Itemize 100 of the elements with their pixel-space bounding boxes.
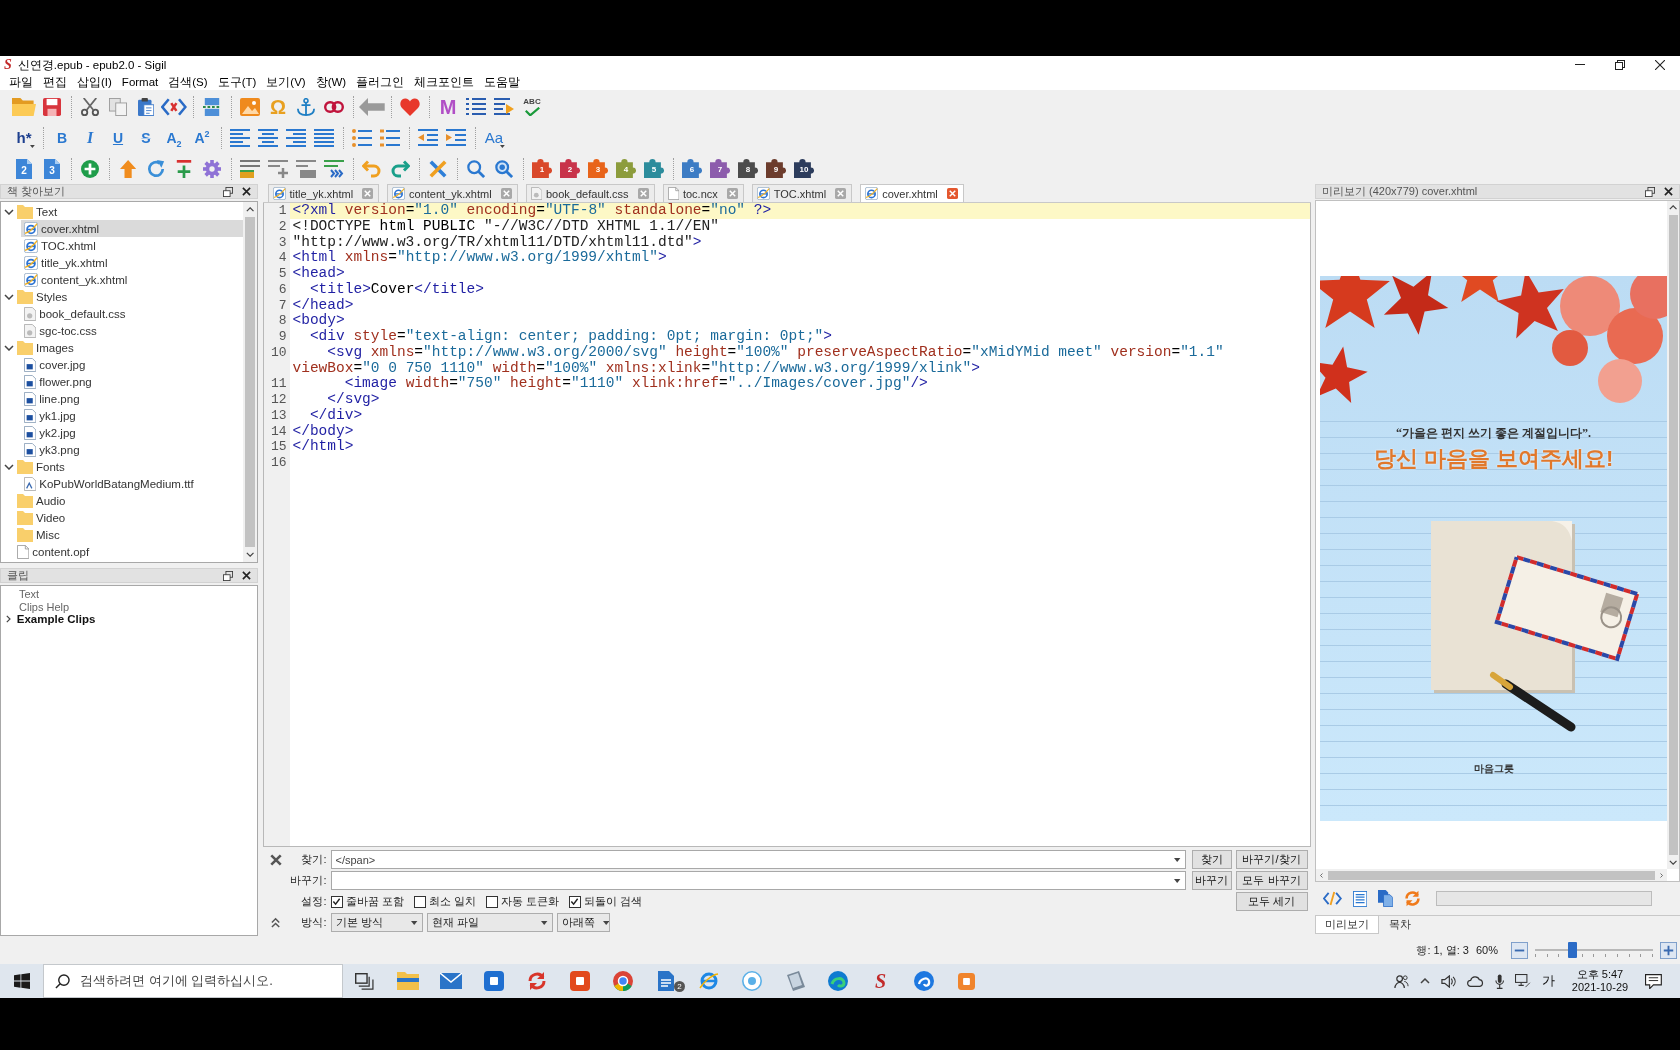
clip-item[interactable]: Clips Help (1, 600, 257, 613)
menu-item[interactable]: 검색(S) (163, 73, 213, 90)
chevron-left-icon[interactable] (1320, 872, 1323, 878)
people-icon[interactable] (1394, 973, 1410, 989)
editor-tab[interactable]: title_yk.xhtml (267, 184, 380, 202)
speaker-icon[interactable] (1441, 974, 1457, 988)
tree-item[interactable]: Misc (1, 526, 243, 543)
tree-item[interactable]: Images (1, 339, 243, 356)
menu-item[interactable]: 편집 (38, 73, 72, 90)
align-right-icon[interactable] (286, 128, 306, 147)
folder-icon[interactable] (396, 972, 419, 990)
close-icon[interactable] (242, 571, 251, 580)
indent-icon[interactable] (446, 128, 466, 147)
scissors-icon[interactable] (81, 97, 99, 116)
menu-item[interactable]: 보기(V) (261, 73, 311, 90)
plugin-button[interactable]: 1 (528, 155, 556, 182)
list-arrow-icon[interactable] (494, 97, 514, 116)
tree-item[interactable]: Fonts (1, 458, 243, 475)
plugin-button[interactable]: 2 (556, 155, 584, 182)
tree-item[interactable]: sgc-toc.css (21, 322, 243, 339)
float-icon[interactable] (223, 570, 233, 581)
close-icon[interactable] (269, 853, 282, 866)
pages-icon[interactable] (1377, 890, 1394, 907)
count-all-button[interactable]: 모두 세기 (1235, 892, 1308, 911)
lines-chevrons-icon[interactable] (324, 159, 344, 178)
menu-item[interactable]: 도구(T) (212, 73, 262, 90)
align-left-icon[interactable] (230, 128, 250, 147)
preview-tab[interactable]: 미리보기 (1315, 916, 1379, 934)
caret-down-icon[interactable] (1174, 857, 1181, 862)
windows-logo-icon[interactable] (13, 973, 30, 989)
editor-tab[interactable]: toc.ncx (662, 184, 744, 202)
ime-indicator[interactable]: 가 (1541, 972, 1555, 990)
replace-field[interactable] (330, 871, 1186, 890)
swirl-icon[interactable] (827, 971, 848, 991)
chevron-up-icon[interactable] (1420, 978, 1431, 984)
app-tile-icon[interactable] (958, 972, 975, 990)
tree-item[interactable]: Audio (1, 492, 243, 509)
tree-item[interactable]: cover.xhtml (21, 220, 243, 237)
chevron-down-icon[interactable] (1668, 860, 1678, 865)
tree-item[interactable]: book_default.css (21, 305, 243, 322)
tree-item[interactable]: Styles (1, 288, 243, 305)
chevron-down-icon[interactable] (4, 293, 14, 300)
plugin-button[interactable]: 10 (790, 155, 818, 182)
editor-tab[interactable]: book_default.css (525, 184, 655, 202)
gear-icon[interactable] (203, 159, 221, 178)
anchor-icon[interactable] (297, 97, 315, 116)
cross-icon[interactable] (429, 159, 447, 178)
plus-icon[interactable] (1660, 941, 1677, 959)
microphone-icon[interactable] (1494, 973, 1505, 989)
task-view-icon[interactable] (355, 972, 374, 990)
menu-item[interactable]: 창(W) (310, 73, 352, 90)
copy-icon[interactable] (109, 97, 127, 116)
numbered-list-icon[interactable] (380, 128, 400, 147)
menu-item[interactable]: 플러그인 (351, 73, 410, 90)
tree-item[interactable]: Text (1, 203, 243, 220)
replace-button[interactable]: 바꾸기 (1191, 871, 1232, 890)
editor-tab[interactable]: content_yk.xhtml (387, 184, 518, 202)
find-field[interactable]: </span> (330, 850, 1186, 869)
lines-marker-icon[interactable] (240, 159, 260, 178)
network-icon[interactable] (1515, 974, 1531, 988)
close-icon[interactable] (1664, 187, 1673, 196)
menu-item[interactable]: 파일 (4, 73, 38, 90)
redo-icon[interactable] (390, 159, 410, 178)
find-button[interactable]: 찾기 (1191, 850, 1232, 869)
document-icon[interactable] (657, 971, 674, 991)
back-arrow-icon[interactable] (359, 97, 385, 116)
app-tile-icon[interactable] (483, 971, 504, 991)
dropdown[interactable]: 현재 파일 (426, 913, 553, 932)
heart-icon[interactable] (400, 97, 420, 116)
orbit-icon[interactable] (698, 971, 719, 991)
chevron-down-icon[interactable] (4, 344, 14, 351)
dropdown[interactable]: 기본 방식 (330, 913, 423, 932)
replace-all-button[interactable]: 모두 바꾸기 (1235, 871, 1308, 890)
heading-button[interactable]: h* (10, 124, 38, 151)
menu-item[interactable]: 삽입(I) (72, 73, 117, 90)
app-tile-icon[interactable] (569, 971, 590, 991)
tree-item[interactable]: content.opf (1, 543, 243, 560)
segmented-circle-icon[interactable] (612, 971, 633, 991)
plus-icon[interactable] (175, 159, 193, 178)
plugin-button[interactable]: 6 (678, 155, 706, 182)
preview-tab[interactable]: 목차 (1379, 916, 1421, 934)
swirl-circle-icon[interactable] (913, 971, 934, 991)
lines-bar-icon[interactable] (296, 159, 316, 178)
checkbox[interactable] (485, 895, 498, 908)
tree-item[interactable]: Video (1, 509, 243, 526)
list-icon[interactable] (466, 97, 486, 116)
envelope-icon[interactable] (439, 973, 462, 989)
plugin-button[interactable]: 5 (640, 155, 668, 182)
minus-icon[interactable] (1511, 941, 1528, 959)
heading-level-button[interactable]: 3 (38, 155, 66, 182)
checkbox[interactable] (568, 895, 581, 908)
notepad-icon[interactable] (784, 971, 805, 991)
editor-tab[interactable]: cover.xhtml (860, 184, 964, 202)
spellcheck-button[interactable]: ABC (518, 93, 546, 120)
notification-icon[interactable] (1645, 973, 1662, 989)
outdent-icon[interactable] (418, 128, 438, 147)
underline-button[interactable]: U (104, 124, 132, 151)
tree-item[interactable]: title_yk.xhtml (21, 254, 243, 271)
tree-item[interactable]: KoPubWorldBatangMedium.ttf (21, 475, 243, 492)
slider-thumb[interactable] (1567, 942, 1577, 958)
